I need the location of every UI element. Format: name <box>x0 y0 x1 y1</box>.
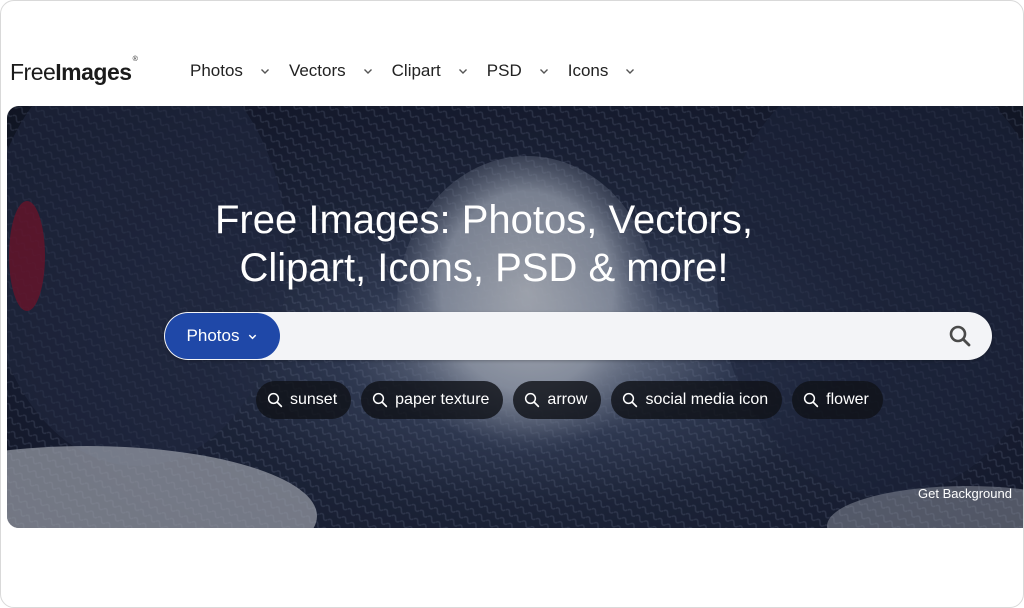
tag-flower[interactable]: flower <box>792 381 883 419</box>
site-header: FreeImages® Photos Vectors Clipart PSD I… <box>1 41 1023 103</box>
tag-label: flower <box>826 391 869 408</box>
tag-sunset[interactable]: sunset <box>256 381 352 419</box>
get-background-link[interactable]: Get Background <box>918 486 1012 501</box>
chevron-down-icon <box>458 69 467 74</box>
tag-label: paper texture <box>395 391 490 408</box>
search-bar: Photos <box>164 312 992 361</box>
search-icon[interactable] <box>948 324 972 348</box>
nav-item-vectors[interactable]: Vectors <box>289 61 374 81</box>
search-icon <box>525 392 540 408</box>
nav-label: Clipart <box>391 61 441 80</box>
chevron-down-icon <box>249 334 257 339</box>
browser-frame: FreeImages® Photos Vectors Clipart PSD I… <box>0 0 1024 608</box>
nav-item-photos[interactable]: Photos <box>190 61 271 81</box>
popular-search-tags: sunset paper texture arrow social media … <box>256 381 893 419</box>
chevron-down-icon <box>260 69 269 74</box>
nav-item-icons[interactable]: Icons <box>568 61 637 81</box>
search-input[interactable] <box>288 313 932 361</box>
tag-paper-texture[interactable]: paper texture <box>361 381 504 419</box>
nav-label: Photos <box>190 61 243 80</box>
tag-arrow[interactable]: arrow <box>513 381 602 419</box>
main-nav: Photos Vectors Clipart PSD Icons <box>190 61 654 81</box>
nav-item-psd[interactable]: PSD <box>487 61 550 81</box>
tag-social-media-icon[interactable]: social media icon <box>611 381 783 419</box>
search-type-dropdown[interactable]: Photos <box>165 313 280 359</box>
logo-text-free: Free <box>10 59 56 85</box>
search-icon <box>373 392 388 408</box>
site-logo[interactable]: FreeImages® <box>10 56 138 86</box>
chevron-down-icon <box>539 69 548 74</box>
tag-label: social media icon <box>645 391 769 408</box>
search-icon <box>267 392 283 408</box>
hero-title: Free Images: Photos, Vectors, Clipart, I… <box>7 196 1023 292</box>
chevron-down-icon <box>363 69 372 74</box>
hero-banner: Free Images: Photos, Vectors, Clipart, I… <box>7 106 1023 528</box>
logo-registered-mark: ® <box>132 56 138 64</box>
hero-title-line-2: Clipart, Icons, PSD & more! <box>239 246 729 290</box>
search-icon <box>804 392 819 408</box>
search-type-label: Photos <box>186 326 240 345</box>
chevron-down-icon <box>626 69 635 74</box>
tag-label: arrow <box>547 391 588 408</box>
hero-title-line-1: Free Images: Photos, Vectors, <box>214 198 754 242</box>
nav-label: Icons <box>567 61 609 80</box>
nav-item-clipart[interactable]: Clipart <box>392 61 469 81</box>
search-icon <box>623 392 638 408</box>
nav-label: PSD <box>486 61 522 80</box>
tag-label: sunset <box>290 391 338 408</box>
nav-label: Vectors <box>288 61 346 80</box>
logo-text-images: Images <box>55 59 132 85</box>
